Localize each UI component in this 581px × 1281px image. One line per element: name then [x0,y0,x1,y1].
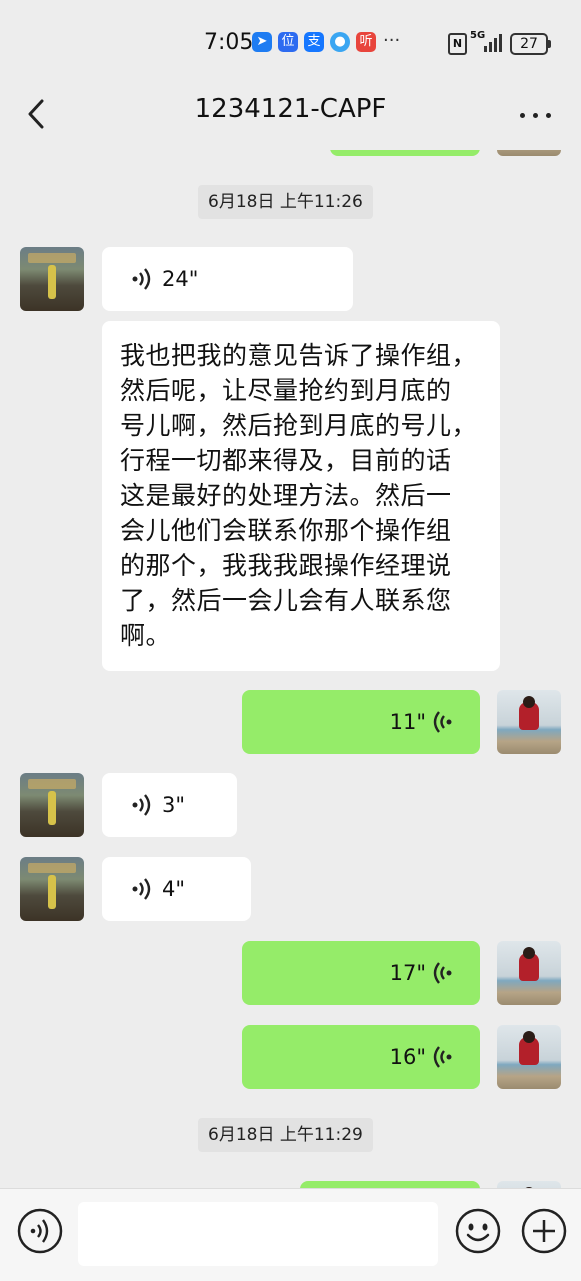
previous-message-bubble[interactable] [330,150,480,156]
voice-message[interactable]: 17" [242,941,480,1005]
more-dot-icon [546,113,551,118]
voice-mode-icon [17,1208,63,1254]
voice-wave-icon [433,962,452,984]
chat-title: 1234121-CAPF [194,94,387,124]
voice-duration: 11" [389,710,426,734]
voice-message[interactable]: 4" [102,857,251,921]
voice-mode-button[interactable] [16,1207,64,1255]
self-avatar[interactable] [497,1181,561,1188]
input-bar [0,1188,581,1281]
voice-duration: 24" [162,267,199,291]
self-avatar[interactable] [497,941,561,1005]
transcript-line: 我也把我的意见告诉了操作组， [120,341,478,370]
alipay-icon: 支 [304,32,324,52]
message-input[interactable] [78,1202,438,1266]
contact-avatar[interactable] [20,857,84,921]
self-avatar[interactable] [497,690,561,754]
transcript-line: 号儿啊，然后抢到月底的号儿， [120,411,478,440]
emoji-button[interactable] [454,1207,502,1255]
transcript-line: 这是最好的处理方法。然后一 [120,481,452,510]
self-avatar[interactable] [497,1025,561,1089]
chat-area[interactable]: 6月18日 上午11:26 24" 我也把我的意见告诉了操作组， 然后呢，让尽量… [0,150,581,1188]
transcript-line: 啊。 [120,621,172,650]
signal-icon [484,34,504,52]
voice-duration: 4" [162,877,186,901]
voice-message[interactable]: 3" [102,773,237,837]
voice-message[interactable]: 24" [102,247,353,311]
transcript-line: 行程一切都来得及，目前的话 [120,446,452,475]
network-type-icon: 5G [470,30,486,41]
voice-wave-icon [132,794,151,816]
voice-duration: 16" [389,1045,426,1069]
voice-message[interactable]: 16" [242,1025,480,1089]
battery-icon: 27 [510,33,551,55]
contact-avatar[interactable] [20,247,84,311]
status-time: 7:05 [204,30,254,55]
voice-wave-icon [433,1046,452,1068]
voice-duration: 3" [162,793,186,817]
plus-icon [521,1208,567,1254]
voice-wave-icon [433,711,452,733]
chat-header: 1234121-CAPF [0,84,581,150]
more-dot-icon [520,113,525,118]
voice-app-icon: 位 [278,32,298,52]
contact-avatar[interactable] [20,773,84,837]
more-notifications-icon: ··· [383,30,401,51]
voice-wave-icon [132,878,151,900]
nfc-icon: N [448,33,467,55]
voice-duration: 17" [389,961,426,985]
timestamp: 6月18日 上午11:26 [198,185,373,219]
timestamp: 6月18日 上午11:29 [198,1118,373,1152]
transcript-line: 会儿他们会联系你那个操作组 [120,516,452,545]
more-options-button[interactable] [514,94,558,134]
listen-app-icon: 听 [356,32,376,52]
self-avatar[interactable] [497,150,561,156]
voice-message[interactable]: 11" [242,690,480,754]
more-functions-button[interactable] [520,1207,568,1255]
transcript-line: 的那个，我我我跟操作经理说 [120,551,452,580]
voice-wave-icon [132,268,151,290]
emoji-icon [455,1208,501,1254]
browser-app-icon: ● [330,32,350,52]
transcript-line: 然后呢，让尽量抢约到月底的 [120,376,452,405]
more-dot-icon [533,113,538,118]
next-message-bubble[interactable] [300,1181,480,1188]
status-bar: 7:05 ➤ 位 支 ● 听 ··· N 5G 27 [0,0,581,84]
transcript-line: 了，然后一会儿会有人联系您 [120,586,452,615]
voice-transcript-text[interactable]: 我也把我的意见告诉了操作组， 然后呢，让尽量抢约到月底的 号儿啊，然后抢到月底的… [102,321,500,671]
navigation-app-icon: ➤ [252,32,272,52]
